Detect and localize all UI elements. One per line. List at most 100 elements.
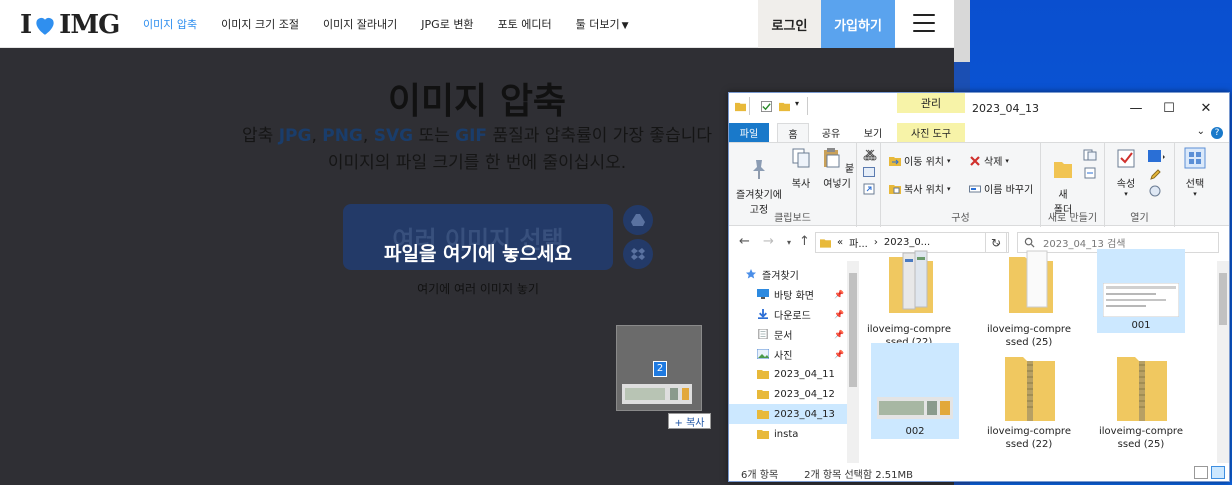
- pin-icon: 📌: [834, 289, 844, 299]
- nav-item-pictures[interactable]: 사진 📌: [729, 344, 847, 364]
- address-prefix: «: [837, 237, 844, 248]
- nav-item-downloads[interactable]: 다운로드 📌: [729, 304, 847, 324]
- login-button[interactable]: 로그인: [758, 0, 821, 48]
- nav-item-desktop[interactable]: 바탕 화면 📌: [729, 284, 847, 304]
- forward-arrow-icon[interactable]: →: [763, 234, 774, 249]
- properties-button[interactable]: 속성 ▾: [1111, 147, 1141, 198]
- folder-icon: [757, 370, 769, 379]
- nav-compress-image[interactable]: 이미지 압축: [143, 16, 197, 32]
- folder-document-icon: [1009, 250, 1053, 313]
- rename-button[interactable]: 이름 바꾸기: [969, 181, 1033, 196]
- maximize-button[interactable]: ☐: [1154, 95, 1184, 121]
- selection-info: 2개 항목 선택함 2.51MB: [804, 469, 914, 481]
- pin-quick-access-button[interactable]: 즐겨찾기에 고정: [731, 147, 787, 216]
- close-button[interactable]: ✕: [1191, 95, 1221, 121]
- tab-file[interactable]: 파일: [729, 123, 769, 142]
- nav-item-folder-2023-04-13[interactable]: 2023_04_13: [729, 404, 847, 424]
- new-item-icon[interactable]: [1083, 149, 1097, 161]
- delete-button[interactable]: 삭제 ▾: [969, 153, 1009, 168]
- new-folder-button[interactable]: 새 폴더: [1049, 147, 1077, 216]
- help-icon[interactable]: ?: [1211, 127, 1223, 139]
- delete-label: 삭제: [984, 157, 1003, 168]
- copy-to-label: 복사 위치: [904, 185, 944, 196]
- tab-view[interactable]: 보기: [857, 123, 889, 142]
- details-view-icon[interactable]: [1194, 466, 1208, 479]
- title-bar[interactable]: ▾ 관리 2023_04_13 — ☐ ✕: [729, 93, 1229, 123]
- file-item[interactable]: iloveimg-compressed (22): [865, 249, 953, 348]
- properties-check-icon[interactable]: [761, 101, 772, 112]
- nav-resize-image[interactable]: 이미지 크기 조절: [221, 16, 299, 32]
- select-icon: [1184, 147, 1206, 169]
- history-icon[interactable]: [1149, 185, 1161, 197]
- large-icons-view-icon[interactable]: [1211, 466, 1225, 479]
- nav-item-folder-2023-04-12[interactable]: 2023_04_12: [729, 384, 847, 404]
- nav-photo-editor[interactable]: 포토 에디터: [498, 16, 552, 32]
- nav-convert-jpg[interactable]: JPG로 변환: [421, 16, 473, 32]
- image-thumbnail: [877, 397, 953, 419]
- dropbox-button[interactable]: [623, 239, 653, 269]
- ribbon-collapse-icon[interactable]: ⌄: [1197, 126, 1205, 137]
- quick-access-dropdown-icon[interactable]: ▾: [795, 99, 799, 110]
- main-nav: 이미지 압축 이미지 크기 조절 이미지 잘라내기 JPG로 변환 포토 에디터…: [143, 0, 653, 48]
- cut-icon[interactable]: [863, 149, 875, 161]
- file-item-selected[interactable]: 001: [1097, 249, 1185, 333]
- recent-locations-icon[interactable]: ▾: [787, 238, 791, 247]
- nav-item-favorites[interactable]: 즐겨찾기: [729, 264, 847, 284]
- back-arrow-icon[interactable]: ←: [739, 234, 750, 249]
- paste-button[interactable]: 붙여넣기: [817, 147, 857, 190]
- file-item[interactable]: iloveimg-compre ssed (25): [1097, 343, 1185, 465]
- search-icon: [1024, 237, 1035, 248]
- nav-pane-scrollbar[interactable]: [847, 261, 859, 463]
- folder-preview-icon: [889, 250, 933, 313]
- nav-more-tools[interactable]: 툴 더보기 ▼: [576, 16, 629, 32]
- up-arrow-icon[interactable]: ↑: [799, 234, 810, 249]
- open-photo-icon[interactable]: [1147, 149, 1167, 163]
- minimize-button[interactable]: —: [1121, 95, 1151, 121]
- nav-crop-image[interactable]: 이미지 잘라내기: [323, 16, 397, 32]
- file-item[interactable]: iloveimg-compre ssed (25): [985, 249, 1073, 348]
- file-name: iloveimg-compre ssed (25): [1099, 426, 1183, 450]
- select-label: 선택: [1185, 179, 1205, 190]
- scrollbar-thumb[interactable]: [1219, 273, 1227, 325]
- address-segment-1[interactable]: 파...: [849, 235, 868, 250]
- copy-button[interactable]: 복사: [787, 147, 815, 190]
- context-tab-manage[interactable]: 관리: [897, 93, 965, 113]
- properties-label: 속성: [1116, 179, 1136, 190]
- tab-home[interactable]: 홈: [777, 123, 809, 142]
- screen: I IMG 이미지 압축 이미지 크기 조절 이미지 잘라내기 JPG로 변환 …: [0, 0, 1232, 485]
- content-scrollbar[interactable]: [1217, 261, 1229, 463]
- hamburger-menu-icon[interactable]: [913, 14, 935, 34]
- select-button[interactable]: 선택 ▾: [1179, 147, 1211, 198]
- drag-thumbnail: [622, 384, 692, 404]
- nav-item-documents[interactable]: 문서 📌: [729, 324, 847, 344]
- address-segment-2[interactable]: 2023_0...: [884, 237, 930, 248]
- file-item[interactable]: iloveimg-compressed (22): [985, 343, 1073, 465]
- scrollbar-thumb[interactable]: [849, 273, 857, 387]
- pin-icon: 📌: [834, 329, 844, 339]
- easy-access-icon[interactable]: [1083, 167, 1097, 179]
- ribbon-group-organize: 이동 위치 ▾ 삭제 ▾ 복사 위치 ▾ 이름 바꾸기 구성: [881, 143, 1041, 227]
- delete-icon: [970, 155, 980, 166]
- search-placeholder: 2023_04_13 검색: [1043, 239, 1126, 250]
- copy-tooltip: + 복사: [668, 413, 711, 429]
- paste-icon: [823, 148, 840, 168]
- move-to-button[interactable]: 이동 위치 ▾: [889, 153, 951, 168]
- document-icon: [758, 329, 768, 339]
- paste-shortcut-icon[interactable]: [863, 183, 875, 195]
- copy-path-icon[interactable]: [863, 167, 875, 177]
- iloveimg-logo[interactable]: I IMG: [20, 10, 120, 40]
- new-folder-quick-icon[interactable]: [779, 101, 790, 112]
- signup-button[interactable]: 가입하기: [821, 0, 895, 48]
- nav-item-folder-insta[interactable]: insta: [729, 424, 847, 444]
- move-to-label: 이동 위치: [904, 157, 944, 168]
- file-name: 002: [905, 426, 925, 437]
- tab-share[interactable]: 공유: [815, 123, 847, 142]
- copy-to-button[interactable]: 복사 위치 ▾: [889, 181, 951, 196]
- google-drive-button[interactable]: [623, 205, 653, 235]
- tab-picture-tools[interactable]: 사진 도구: [897, 123, 965, 142]
- nav-item-folder-2023-04-11[interactable]: 2023_04_11: [729, 364, 847, 384]
- download-icon: [758, 309, 768, 319]
- file-item-selected[interactable]: 002: [871, 343, 959, 439]
- drop-overlay-text: 파일을 여기에 놓으세요: [383, 243, 573, 265]
- edit-icon[interactable]: [1149, 169, 1161, 181]
